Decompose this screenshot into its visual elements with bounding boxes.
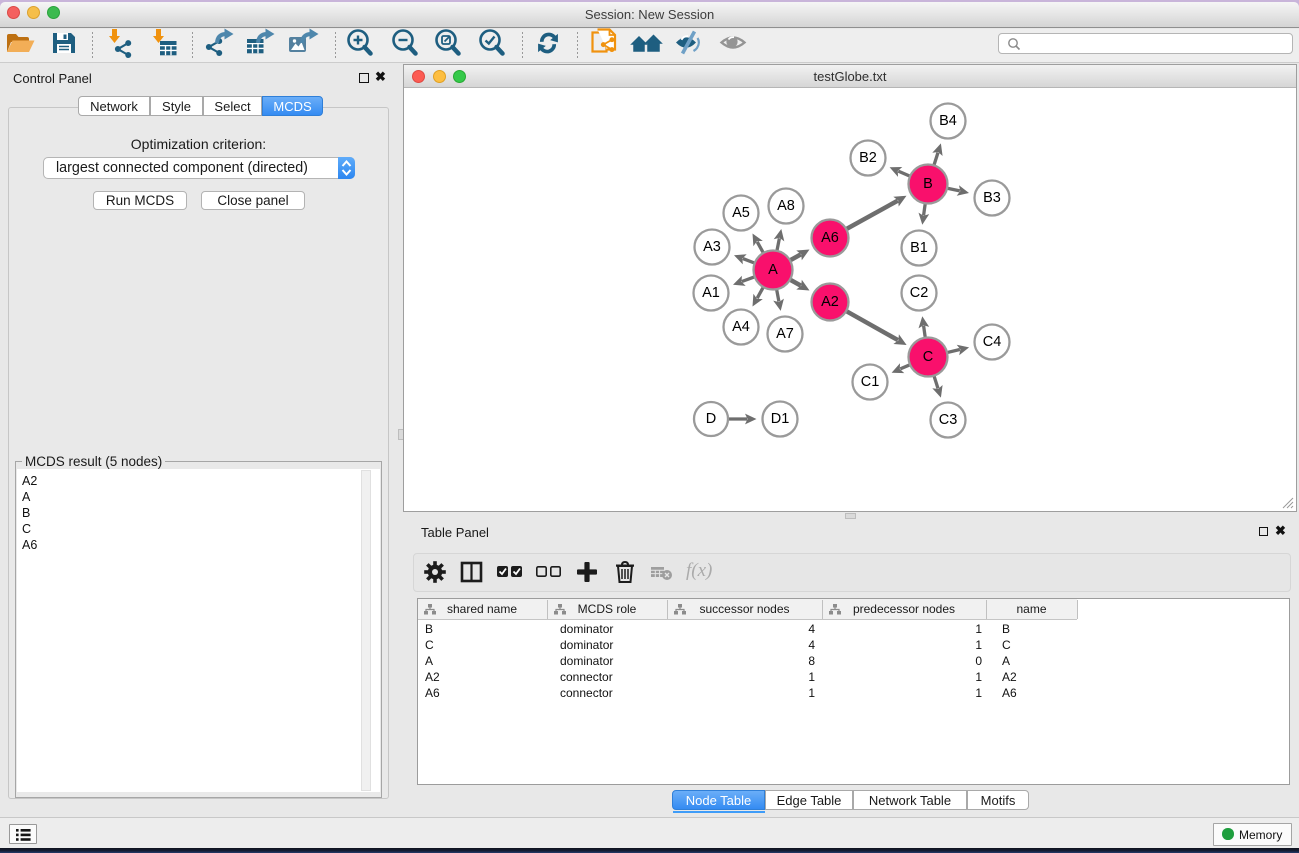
svg-text:B2: B2 [859, 150, 877, 166]
svg-text:C1: C1 [861, 374, 880, 390]
svg-text:A7: A7 [776, 326, 794, 342]
svg-text:B1: B1 [910, 240, 928, 256]
svg-text:A5: A5 [732, 205, 750, 221]
svg-text:A1: A1 [702, 285, 720, 301]
svg-text:A6: A6 [821, 230, 839, 246]
svg-text:A8: A8 [777, 198, 795, 214]
svg-text:B: B [923, 176, 933, 192]
svg-text:D: D [706, 411, 716, 427]
svg-text:A4: A4 [732, 319, 750, 335]
svg-text:A3: A3 [703, 239, 721, 255]
svg-text:B3: B3 [983, 190, 1001, 206]
svg-text:D1: D1 [771, 411, 790, 427]
svg-text:B4: B4 [939, 113, 957, 129]
svg-text:A2: A2 [821, 294, 839, 310]
svg-text:C3: C3 [939, 412, 958, 428]
svg-text:C4: C4 [983, 334, 1002, 350]
svg-text:A: A [768, 262, 778, 278]
svg-text:C: C [923, 349, 933, 365]
svg-text:C2: C2 [910, 285, 929, 301]
